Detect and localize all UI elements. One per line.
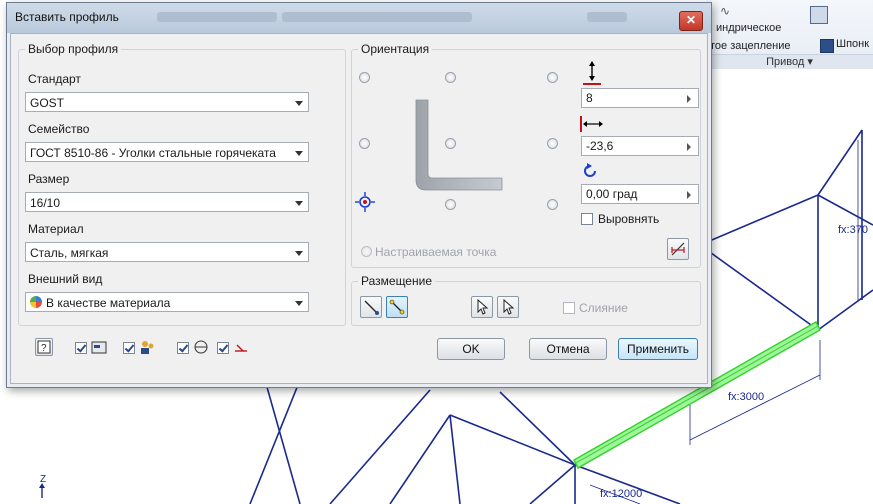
properties-icon	[91, 341, 107, 354]
spur-gear-icon[interactable]: ∿	[720, 4, 736, 18]
blurred-tab	[157, 12, 277, 22]
blurred-tab	[282, 12, 472, 22]
placement-legend: Размещение	[361, 274, 432, 288]
axis-z-label: Z	[40, 474, 46, 485]
vertical-offset-icon	[583, 61, 601, 85]
ribbon-item-key[interactable]: Шпонк	[836, 38, 869, 50]
people-icon	[141, 341, 154, 354]
vertical-offset-value: 8	[586, 91, 593, 105]
dim-label-370: fx:370	[838, 224, 868, 236]
anchor-bottom-right-radio[interactable]	[547, 199, 558, 210]
material-select[interactable]: Сталь, мягкая	[25, 242, 309, 262]
family-value: ГОСТ 8510-86 - Уголки стальные горячекат…	[30, 146, 276, 160]
chevron-right-icon[interactable]	[687, 95, 691, 103]
angle-profile-preview	[415, 99, 503, 191]
two-points-icon	[389, 299, 405, 315]
key-icon[interactable]	[820, 39, 834, 53]
size-value: 16/10	[30, 196, 61, 210]
select-start-button[interactable]	[471, 296, 493, 318]
anchor-bottom-left-selected-icon[interactable]	[355, 192, 375, 212]
chevron-down-icon	[295, 301, 303, 306]
ribbon-panel: ∿ индрическое тое зацепление Шпонк Приво…	[706, 0, 873, 69]
rotation-icon	[584, 163, 596, 177]
placement-line-button[interactable]	[360, 296, 382, 318]
dialog-body: Выбор профиля Стандарт GOST Семейство ГО…	[10, 33, 708, 384]
rotation-spinner[interactable]: 0,00 град	[581, 184, 699, 204]
appearance-label: Внешний вид	[28, 272, 103, 286]
family-select[interactable]: ГОСТ 8510-86 - Уголки стальные горячекат…	[25, 142, 309, 162]
ribbon-item-cylindrical[interactable]: индрическое	[716, 22, 781, 34]
custom-point-label: Настраиваемая точка	[375, 245, 497, 259]
chevron-down-icon	[295, 101, 303, 106]
standard-select[interactable]: GOST	[25, 92, 309, 112]
line-placement-icon	[364, 300, 379, 315]
anchor-middle-left-radio[interactable]	[359, 138, 370, 149]
appearance-value: В качестве материала	[46, 296, 171, 310]
rotation-value: 0,00 град	[586, 187, 638, 201]
material-sphere-icon	[30, 296, 42, 308]
option1-checkbox[interactable]	[75, 342, 87, 354]
frame-center-icon	[194, 340, 208, 354]
align-checkbox[interactable]	[581, 213, 593, 225]
insert-profile-dialog: Вставить профиль ✕ Выбор профиля Стандар…	[6, 2, 712, 388]
chevron-down-icon	[295, 251, 303, 256]
dim-label-3000: fx:3000	[728, 391, 764, 403]
option2-checkbox[interactable]	[123, 342, 135, 354]
profile-selection-legend: Выбор профиля	[28, 42, 119, 56]
svg-text:?: ?	[41, 343, 47, 354]
help-icon: ?	[37, 340, 51, 354]
material-value: Сталь, мягкая	[30, 246, 109, 260]
placement-two-points-button[interactable]	[386, 296, 408, 318]
size-select[interactable]: 16/10	[25, 192, 309, 212]
horizontal-offset-spinner[interactable]: -23,6	[581, 136, 699, 156]
cancel-button[interactable]: Отмена	[529, 338, 607, 360]
orientation-legend: Ориентация	[361, 42, 430, 56]
dialog-titlebar[interactable]: Вставить профиль ✕	[7, 3, 711, 33]
family-label: Семейство	[28, 122, 90, 136]
apply-button[interactable]: Применить	[618, 338, 698, 360]
dim-label-12000: fx:12000	[600, 488, 642, 500]
chevron-down-icon	[295, 201, 303, 206]
vertical-offset-spinner[interactable]: 8	[581, 88, 699, 108]
appearance-select[interactable]: В качестве материала	[25, 292, 309, 312]
key-connection-icon[interactable]	[810, 6, 828, 24]
cursor-icon	[477, 298, 489, 315]
option3-checkbox[interactable]	[177, 342, 189, 354]
option4-checkbox[interactable]	[217, 342, 229, 354]
chevron-right-icon[interactable]	[687, 191, 691, 199]
ok-button[interactable]: OK	[437, 338, 505, 360]
chevron-down-icon	[295, 151, 303, 156]
anchor-middle-right-radio[interactable]	[547, 138, 558, 149]
end-treatment-icon	[235, 344, 247, 352]
size-label: Размер	[28, 172, 70, 186]
ribbon-item-gearing[interactable]: тое зацепление	[710, 40, 791, 52]
close-button[interactable]: ✕	[679, 11, 703, 31]
dialog-title: Вставить профиль	[15, 10, 119, 24]
ribbon-group-drive[interactable]: Привод ▾	[706, 54, 873, 69]
mirror-profile-button[interactable]	[667, 238, 689, 260]
standard-label: Стандарт	[28, 72, 81, 86]
merge-label: Слияние	[579, 301, 628, 315]
select-end-button[interactable]	[497, 296, 519, 318]
anchor-bottom-center-radio[interactable]	[445, 199, 456, 210]
merge-checkbox[interactable]	[563, 302, 575, 314]
help-button[interactable]: ?	[35, 338, 53, 356]
blurred-tab	[587, 12, 627, 22]
horizontal-offset-icon	[580, 116, 603, 132]
anchor-top-center-radio[interactable]	[445, 72, 456, 83]
chevron-right-icon[interactable]	[687, 143, 691, 151]
horizontal-offset-value: -23,6	[586, 139, 614, 153]
align-label: Выровнять	[598, 212, 660, 226]
anchor-top-right-radio[interactable]	[547, 72, 558, 83]
standard-value: GOST	[30, 96, 65, 110]
anchor-top-left-radio[interactable]	[359, 72, 370, 83]
material-label: Материал	[28, 222, 84, 236]
cursor-icon	[503, 298, 515, 315]
custom-point-radio[interactable]	[361, 246, 372, 257]
mirror-icon	[671, 242, 685, 256]
